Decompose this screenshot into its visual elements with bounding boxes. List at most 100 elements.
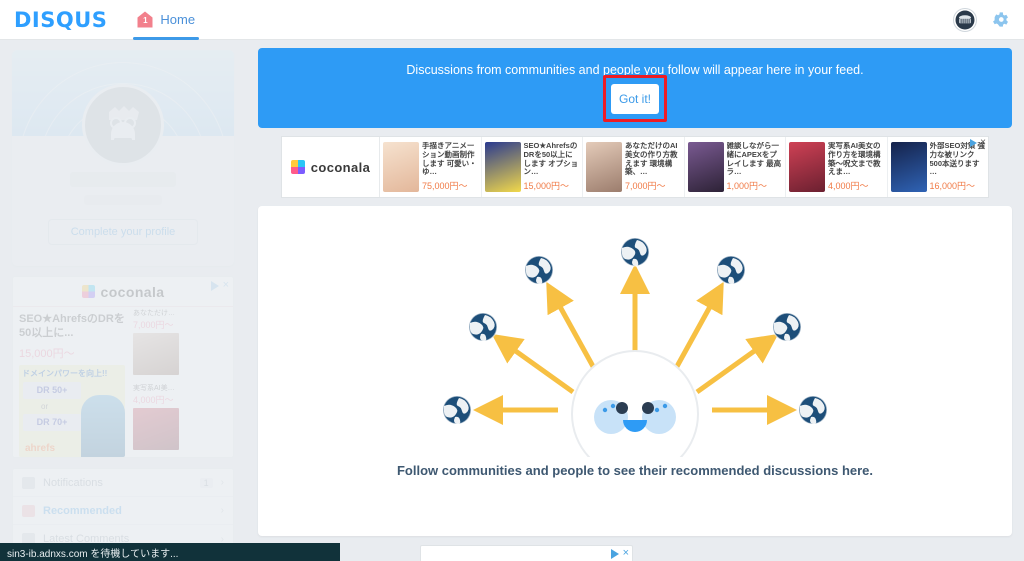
adchoices-icon[interactable] <box>210 280 219 291</box>
sidebar-ad-controls: × <box>210 280 229 291</box>
promo-person-image <box>80 394 125 457</box>
promo-chip-dr70: DR 70+ <box>23 413 81 431</box>
feed-content-card: Follow communities and people to see the… <box>258 206 1012 536</box>
disqus-logo[interactable]: DISQUS <box>14 8 107 32</box>
got-it-button-wrapper: Got it! <box>603 74 667 122</box>
list-item[interactable]: 実写系AI美… 4,000円〜 <box>130 382 182 457</box>
ad-meta: SEO★Ahrefsの DRを50以上にします オプション… 15,000円〜 <box>524 142 580 192</box>
mini-ad-price: 4,000円〜 <box>132 394 174 405</box>
bottom-ad-controls: × <box>610 548 629 559</box>
ad-price: 4,000円〜 <box>828 180 869 191</box>
list-item[interactable]: 雑談しながら一緒にAPEXをプレイします 最高ラ… 1,000円〜 <box>685 137 786 197</box>
promo-headline: ドメインパワーを向上!! <box>22 368 108 378</box>
chevron-right-icon: › <box>220 477 224 488</box>
top-ad-brand-label: coconala <box>310 159 371 175</box>
topbar-actions <box>953 7 1010 32</box>
nav-tab-home-label: Home <box>160 12 196 27</box>
feed-promo-banner: Discussions from communities and people … <box>258 48 1012 128</box>
complete-profile-button[interactable]: Complete your profile <box>48 219 198 245</box>
home-icon: 1 <box>137 11 153 28</box>
sidebar: Complete your profile × coconala SEO★Ahr… <box>0 40 246 561</box>
close-icon[interactable]: × <box>980 138 986 148</box>
ad-thumbnail <box>586 142 622 192</box>
got-it-button[interactable]: Got it! <box>611 83 659 114</box>
sidebar-item-notifications[interactable]: Notifications 1 › <box>13 469 233 497</box>
ad-meta: あなただけのAI美女の作り方教えます 環境構築、… 7,000円〜 <box>625 142 681 192</box>
browser-status-bar: sin3-ib.adnxs.com を待機しています... <box>0 543 340 561</box>
sidebar-item-label: Notifications <box>43 476 103 489</box>
list-item[interactable]: SEO★Ahrefsの DRを50以上にします オプション… 15,000円〜 <box>482 137 583 197</box>
ad-price: 16,000円〜 <box>929 180 976 191</box>
coconala-logo-icon <box>290 160 305 174</box>
promo-chip-dr50: DR 50+ <box>23 381 81 399</box>
sidebar-item-label: Recommended <box>43 504 122 517</box>
profile-card: Complete your profile <box>12 50 234 266</box>
ad-price: 1,000円〜 <box>726 180 768 191</box>
ad-title: 手描きアニメーション動画制作します 可愛い・ゆ… <box>422 142 477 177</box>
ad-meta: 雑談しながら一緒にAPEXをプレイします 最高ラ… 1,000円〜 <box>727 142 783 192</box>
heart-icon <box>22 504 35 517</box>
sidebar-advertisement[interactable]: × coconala SEO★AhrefsのDRを50以上に... 15,000… <box>12 276 234 458</box>
sidebar-ad-mini-grid: あなただけ… 7,000円〜 実写系AI美… 4,000円〜 MEO対策で… 5… <box>130 307 233 457</box>
ad-title: 雑談しながら一緒にAPEXをプレイします 最高ラ… <box>726 142 782 177</box>
user-avatar-icon[interactable] <box>953 7 977 32</box>
ad-meta: 実写系AI美女の作り方を環境構築〜呪文まで教えま… 4,000円〜 <box>828 142 884 192</box>
mini-ad-title: 実写系AI美… <box>132 385 175 392</box>
mini-ad-image <box>132 407 179 450</box>
promo-banner-message: Discussions from communities and people … <box>406 62 864 77</box>
ad-price: 7,000円〜 <box>625 180 666 191</box>
ad-price: 15,000円〜 <box>523 180 570 191</box>
ad-price: 75,000円〜 <box>422 180 468 191</box>
mini-ad-title: あなただけ… <box>132 310 175 317</box>
default-avatar-icon[interactable] <box>82 84 164 166</box>
ad-meta: 手描きアニメーション動画制作します 可愛い・ゆ… 75,000円〜 <box>422 142 478 192</box>
list-item[interactable]: 実写系AI美女の作り方を環境構築〜呪文まで教えま… 4,000円〜 <box>786 137 888 197</box>
browser-page: DISQUS 1 Home Complete your profile × co… <box>0 0 1024 561</box>
bottom-advertisement[interactable]: × <box>420 545 633 561</box>
nav-tab-home[interactable]: 1 Home <box>133 0 199 40</box>
profile-name-placeholder <box>70 172 176 187</box>
sidebar-ad-brand-label: coconala <box>100 283 165 300</box>
close-icon[interactable]: × <box>623 548 629 559</box>
ad-title: 実写系AI美女の作り方を環境構築〜呪文まで教えま… <box>828 142 881 177</box>
sidebar-ad-price: 15,000円〜 <box>19 347 75 360</box>
coconala-logo-icon <box>81 285 95 298</box>
home-badge-count: 1 <box>143 16 148 25</box>
top-navigation-bar: DISQUS 1 Home <box>0 0 1024 40</box>
sidebar-navigation-list: Notifications 1 › Recommended › Latest C… <box>12 468 234 554</box>
adchoices-icon[interactable] <box>970 139 978 147</box>
ahrefs-brand-label: ahrefs <box>25 442 56 454</box>
empty-state-message: Follow communities and people to see the… <box>396 463 874 478</box>
ad-meta: 外部SEO対策 強力な被リンク500本送ります … 16,000円〜 <box>930 142 986 192</box>
notifications-badge: 1 <box>199 477 213 488</box>
list-item[interactable]: MEO対策で… 5,000円〜 <box>130 457 182 458</box>
ad-thumbnail <box>484 142 521 192</box>
ad-title: あなただけのAI美女の作り方教えます 環境構築、… <box>625 142 678 177</box>
list-item[interactable]: あなただけのAI美女の作り方教えます 環境構築、… 7,000円〜 <box>583 137 685 197</box>
mini-ad-image <box>132 332 179 375</box>
adchoices-icon[interactable] <box>610 548 619 559</box>
ad-thumbnail <box>687 142 724 192</box>
sidebar-ad-title: SEO★AhrefsのDRを50以上に... <box>19 313 125 339</box>
top-advertisement-strip[interactable]: × coconala 手描きアニメーション動画制作します 可愛い・ゆ… 75,0… <box>281 136 989 198</box>
chevron-right-icon: › <box>220 505 224 516</box>
ad-thumbnail <box>890 142 927 192</box>
top-ad-brand: coconala <box>282 137 380 197</box>
sidebar-item-recommended[interactable]: Recommended › <box>13 497 233 525</box>
sidebar-ad-promo-graphic: ドメインパワーを向上!! DR 50+ or DR 70+ ahrefs <box>19 364 125 457</box>
sidebar-ad-brand: coconala <box>13 277 233 307</box>
globes-and-smiley-face-illustration <box>425 222 845 478</box>
top-ad-controls: × <box>970 138 986 148</box>
ad-title: SEO★Ahrefsの DRを50以上にします オプション… <box>523 142 579 177</box>
list-item[interactable]: あなただけ… 7,000円〜 <box>130 307 182 382</box>
sidebar-ad-main-item[interactable]: SEO★AhrefsのDRを50以上に... 15,000円〜 ドメインパワーを… <box>13 307 130 457</box>
main-content: Discussions from communities and people … <box>246 40 1024 561</box>
profile-subtitle-placeholder <box>84 195 162 205</box>
sidebar-ad-body: SEO★AhrefsのDRを50以上に... 15,000円〜 ドメインパワーを… <box>13 307 233 457</box>
gear-icon[interactable] <box>991 10 1010 29</box>
list-item[interactable]: 手描きアニメーション動画制作します 可愛い・ゆ… 75,000円〜 <box>380 137 482 197</box>
ad-thumbnail <box>383 142 419 192</box>
mini-ad-price: 7,000円〜 <box>132 319 174 330</box>
close-icon[interactable]: × <box>223 280 229 291</box>
ad-thumbnail <box>789 142 825 192</box>
